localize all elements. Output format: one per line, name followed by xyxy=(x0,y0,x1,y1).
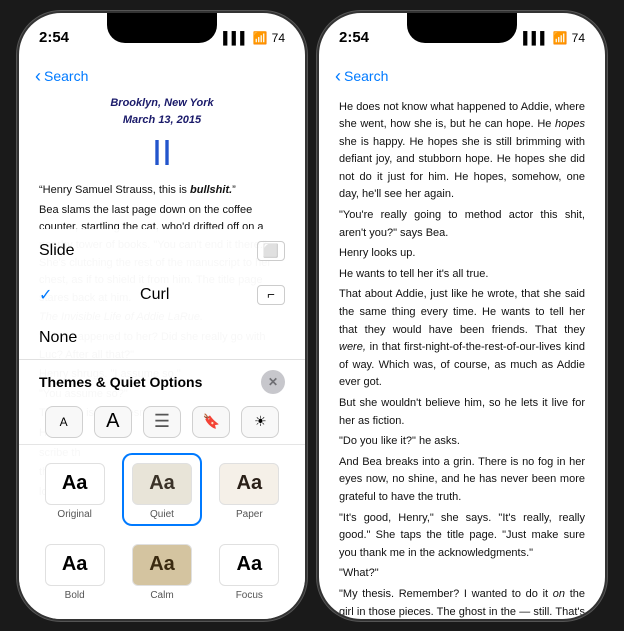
themes-title: Themes & Quiet Options xyxy=(39,374,202,390)
rp-11: "My thesis. Remember? I wanted to do it … xyxy=(339,586,585,619)
theme-paper-preview: Aa xyxy=(219,463,279,505)
slide-option-curl[interactable]: ✓ Curl ⌐ xyxy=(19,273,305,317)
nav-bar-left: ‹ Search xyxy=(19,57,305,95)
notch-left xyxy=(107,13,217,43)
theme-focus-preview: Aa xyxy=(219,544,279,586)
theme-original-label: Original xyxy=(57,509,91,520)
back-arrow-left: ‹ xyxy=(35,67,41,85)
bookmark-button[interactable]: 🔖 xyxy=(192,406,230,438)
curl-right: ⌐ xyxy=(257,285,285,305)
rp-9: "It's good, Henry," she says. "It's real… xyxy=(339,510,585,563)
theme-quiet-label: Quiet xyxy=(150,509,174,520)
back-button-left[interactable]: ‹ Search xyxy=(35,67,88,85)
notch-right xyxy=(407,13,517,43)
back-label-left: Search xyxy=(44,68,88,84)
book-date: March 13, 2015 xyxy=(39,112,285,129)
overlay-panel: Slide ⬜ ✓ Curl ⌐ xyxy=(19,229,305,619)
curl-icon: ⌐ xyxy=(267,287,275,302)
themes-grid: Aa Original Aa Quiet Aa Paper Aa Bold Aa xyxy=(19,445,305,619)
theme-paper-label: Paper xyxy=(236,509,263,520)
back-button-right[interactable]: ‹ Search xyxy=(335,67,388,85)
font-increase-button[interactable]: A xyxy=(94,406,132,438)
book-location: Brooklyn, New York xyxy=(39,95,285,112)
nav-bar-right: ‹ Search xyxy=(319,57,605,95)
chapter-num: II xyxy=(39,133,285,173)
curl-label: Curl xyxy=(140,286,169,304)
slide-label: Slide xyxy=(39,242,75,260)
status-icons-left: ▌▌▌ 📶 74 xyxy=(223,31,285,45)
rp-5: That about Addie, just like he wrote, th… xyxy=(339,286,585,392)
book-content-right: He does not know what happened to Addie,… xyxy=(319,95,605,619)
bookmark-icon: 🔖 xyxy=(202,413,219,430)
rp-1: He does not know what happened to Addie,… xyxy=(339,99,585,205)
theme-focus-label: Focus xyxy=(236,590,263,601)
theme-paper[interactable]: Aa Paper xyxy=(210,453,289,526)
check-icon: ✓ xyxy=(39,285,52,305)
rp-8: And Bea breaks into a grin. There is no … xyxy=(339,454,585,507)
slide-options: Slide ⬜ ✓ Curl ⌐ xyxy=(19,229,305,360)
themes-header: Themes & Quiet Options ✕ xyxy=(19,360,305,400)
rp-2: "You're really going to method actor thi… xyxy=(339,207,585,242)
theme-bold-label: Bold xyxy=(65,590,85,601)
theme-quiet[interactable]: Aa Quiet xyxy=(122,453,201,526)
slide-right: ⬜ xyxy=(257,241,285,261)
phones-container: 2:54 ▌▌▌ 📶 74 ‹ Search Brooklyn, New Yor… xyxy=(17,11,607,621)
none-label: None xyxy=(39,329,77,347)
slide-icon: ⬜ xyxy=(263,243,279,259)
para-1: “Henry Samuel Strauss, this is bullshit.… xyxy=(39,182,285,200)
time-right: 2:54 xyxy=(339,29,369,46)
rp-7: "Do you like it?" he asks. xyxy=(339,433,585,451)
signal-icon: ▌▌▌ xyxy=(223,31,249,45)
signal-icon-right: ▌▌▌ xyxy=(523,31,549,45)
font-decrease-button[interactable]: A xyxy=(45,406,83,438)
slide-option-slide[interactable]: Slide ⬜ xyxy=(19,229,305,273)
theme-original[interactable]: Aa Original xyxy=(35,453,114,526)
book-header: Brooklyn, New York March 13, 2015 II xyxy=(39,95,285,173)
slide-option-none[interactable]: None xyxy=(19,317,305,359)
phone-left: 2:54 ▌▌▌ 📶 74 ‹ Search Brooklyn, New Yor… xyxy=(17,11,307,621)
rp-4: He wants to tell her it's all true. xyxy=(339,266,585,284)
status-icons-right: ▌▌▌ 📶 74 xyxy=(523,31,585,45)
theme-bold-preview: Aa xyxy=(45,544,105,586)
wifi-icon-right: 📶 xyxy=(553,31,568,45)
slide-icon-box: ⬜ xyxy=(257,241,285,261)
font-controls: A A ☰ 🔖 ☀ xyxy=(19,400,305,445)
theme-quiet-preview: Aa xyxy=(132,463,192,505)
curl-icon-box: ⌐ xyxy=(257,285,285,305)
phone-right: 2:54 ▌▌▌ 📶 74 ‹ Search He does not know … xyxy=(317,11,607,621)
small-a-label: A xyxy=(60,415,68,429)
time-left: 2:54 xyxy=(39,29,69,46)
battery-left: 74 xyxy=(272,31,285,45)
back-arrow-right: ‹ xyxy=(335,67,341,85)
theme-calm-label: Calm xyxy=(150,590,173,601)
back-label-right: Search xyxy=(344,68,388,84)
brightness-button[interactable]: ☀ xyxy=(241,406,279,438)
rp-6: But she wouldn't believe him, so he lets… xyxy=(339,395,585,430)
font-style-button[interactable]: ☰ xyxy=(143,406,181,438)
large-a-label: A xyxy=(106,410,119,433)
close-button[interactable]: ✕ xyxy=(261,370,285,394)
rp-3: Henry looks up. xyxy=(339,245,585,263)
wifi-icon: 📶 xyxy=(253,31,268,45)
theme-focus[interactable]: Aa Focus xyxy=(210,534,289,607)
brightness-icon: ☀ xyxy=(254,413,267,430)
font-icon: ☰ xyxy=(154,411,170,432)
theme-bold[interactable]: Aa Bold xyxy=(35,534,114,607)
theme-original-preview: Aa xyxy=(45,463,105,505)
rp-10: "What?" xyxy=(339,565,585,583)
battery-right: 74 xyxy=(572,31,585,45)
theme-calm-preview: Aa xyxy=(132,544,192,586)
theme-calm[interactable]: Aa Calm xyxy=(122,534,201,607)
